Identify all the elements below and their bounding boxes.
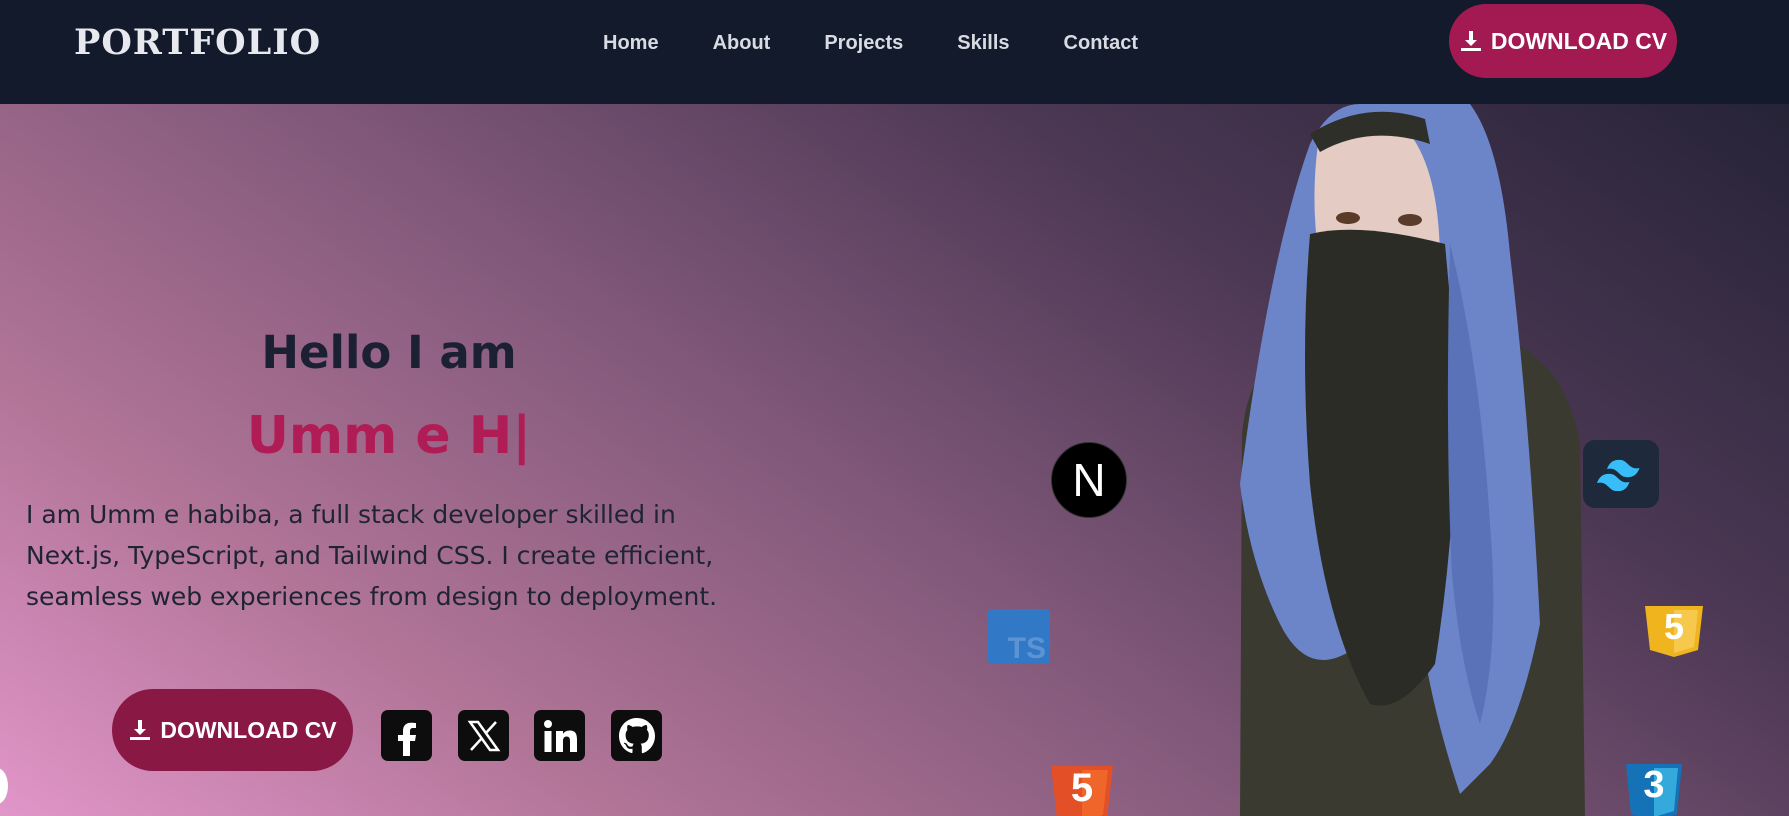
typescript-glyph: TS xyxy=(1007,632,1046,665)
nextjs-glyph: N xyxy=(1072,454,1106,506)
navbar: PORTFOLIO Home About Projects Skills Con… xyxy=(0,0,1789,104)
html5-icon: 5 xyxy=(1049,766,1115,816)
hero-section: Hello I am Umm e H| I am Umm e habiba, a… xyxy=(0,104,1789,816)
download-cv-button-hero[interactable]: DOWNLOAD CV xyxy=(112,689,353,771)
nav-home[interactable]: Home xyxy=(603,32,659,55)
typescript-icon: TS xyxy=(988,609,1050,665)
download-cv-button-header[interactable]: DOWNLOAD CV xyxy=(1449,4,1677,78)
download-cv-label: DOWNLOAD CV xyxy=(1490,27,1668,54)
hero-name: Umm e H| xyxy=(246,406,532,466)
logo[interactable]: PORTFOLIO xyxy=(74,22,321,63)
nav-contact[interactable]: Contact xyxy=(1064,32,1138,55)
html5-glyph: 5 xyxy=(1070,766,1094,810)
hero-greeting: Hello I am xyxy=(261,326,517,379)
x-twitter-icon[interactable] xyxy=(458,710,509,761)
portrait-image xyxy=(1240,104,1585,816)
javascript-glyph: 5 xyxy=(1663,606,1685,647)
scroll-indicator xyxy=(0,768,8,804)
github-icon[interactable] xyxy=(611,710,662,761)
download-cv-label: DOWNLOAD CV xyxy=(160,716,337,743)
nav-about[interactable]: About xyxy=(713,32,771,55)
nextjs-icon: N xyxy=(1051,442,1127,518)
hero-bio: I am Umm e habiba, a full stack develope… xyxy=(26,500,718,611)
download-icon xyxy=(130,720,151,740)
javascript-shield-icon: 5 xyxy=(1643,604,1705,658)
nav-links: Home About Projects Skills Contact xyxy=(603,32,1192,55)
css3-icon: 3 xyxy=(1624,764,1684,816)
download-icon xyxy=(1460,31,1481,51)
facebook-icon[interactable] xyxy=(381,710,432,761)
nav-skills[interactable]: Skills xyxy=(957,32,1009,55)
linkedin-icon[interactable] xyxy=(534,710,585,761)
css3-glyph: 3 xyxy=(1643,764,1665,806)
nav-projects[interactable]: Projects xyxy=(824,32,903,55)
